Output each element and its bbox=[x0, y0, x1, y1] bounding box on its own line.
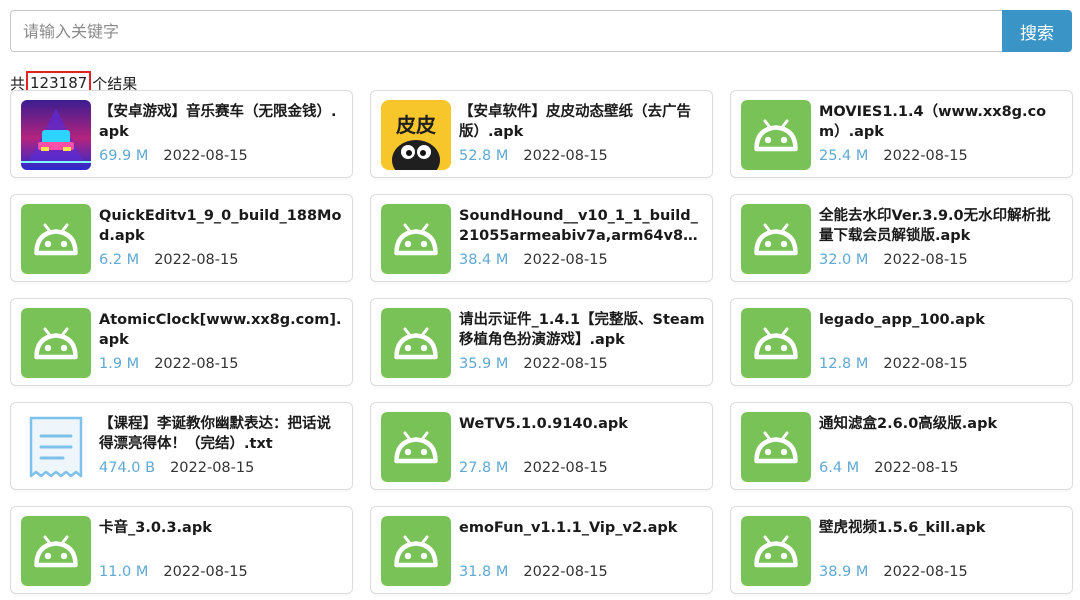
result-size: 69.9 M bbox=[99, 148, 149, 164]
result-meta: 11.0 M 2022-08-15 bbox=[99, 564, 248, 580]
result-size: 27.8 M bbox=[459, 460, 509, 476]
android-icon bbox=[21, 204, 91, 274]
result-size: 6.4 M bbox=[819, 460, 860, 476]
result-card[interactable]: 皮皮 【安卓软件】皮皮动态壁纸（去广告版）.apk 52.8 M 2022-08-15 bbox=[370, 90, 713, 178]
result-card[interactable]: 【安卓游戏】音乐赛车（无限金钱）.apk 69.9 M 2022-08-15 bbox=[10, 90, 353, 178]
result-meta: 6.2 M 2022-08-15 bbox=[99, 252, 238, 268]
result-card[interactable]: 请出示证件_1.4.1【完整版、Steam移植角色扮演游戏】.apk 35.9 M… bbox=[370, 298, 713, 386]
result-meta: 69.9 M 2022-08-15 bbox=[99, 148, 248, 164]
result-size: 12.8 M bbox=[819, 356, 869, 372]
result-date: 2022-08-15 bbox=[154, 252, 239, 268]
result-card[interactable]: QuickEditv1_9_0_build_188Mod.apk 6.2 M 202… bbox=[10, 194, 353, 282]
result-date: 2022-08-15 bbox=[523, 564, 608, 580]
result-size: 31.8 M bbox=[459, 564, 509, 580]
android-icon bbox=[381, 204, 451, 274]
search-input[interactable] bbox=[10, 10, 1002, 52]
android-icon bbox=[741, 516, 811, 586]
result-meta: 12.8 M 2022-08-15 bbox=[819, 356, 968, 372]
svg-text:皮皮: 皮皮 bbox=[396, 113, 436, 137]
result-date: 2022-08-15 bbox=[874, 460, 959, 476]
android-icon bbox=[381, 308, 451, 378]
result-size: 38.9 M bbox=[819, 564, 869, 580]
result-meta: 35.9 M 2022-08-15 bbox=[459, 356, 608, 372]
result-meta: 25.4 M 2022-08-15 bbox=[819, 148, 968, 164]
android-icon bbox=[741, 308, 811, 378]
result-size: 52.8 M bbox=[459, 148, 509, 164]
result-meta: 1.9 M 2022-08-15 bbox=[99, 356, 238, 372]
result-card[interactable]: WeTV5.1.0.9140.apk 27.8 M 2022-08-15 bbox=[370, 402, 713, 490]
result-date: 2022-08-15 bbox=[883, 564, 968, 580]
result-card[interactable]: 卡音_3.0.3.apk 11.0 M 2022-08-15 bbox=[10, 506, 353, 594]
android-icon bbox=[741, 204, 811, 274]
android-icon bbox=[21, 516, 91, 586]
result-title[interactable]: MOVIES1.1.4（www.xx8g.com）.apk bbox=[819, 102, 1065, 142]
result-meta: 38.4 M 2022-08-15 bbox=[459, 252, 608, 268]
search-button[interactable]: 搜索 bbox=[1002, 10, 1072, 52]
result-meta: 31.8 M 2022-08-15 bbox=[459, 564, 608, 580]
pipi-wallpaper-app-icon: 皮皮 bbox=[381, 100, 451, 170]
result-date: 2022-08-15 bbox=[523, 356, 608, 372]
result-title[interactable]: 通知滤盒2.6.0高级版.apk bbox=[819, 414, 1065, 434]
result-date: 2022-08-15 bbox=[163, 564, 248, 580]
result-meta: 32.0 M 2022-08-15 bbox=[819, 252, 968, 268]
result-date: 2022-08-15 bbox=[523, 252, 608, 268]
result-title[interactable]: 壁虎视频1.5.6_kill.apk bbox=[819, 518, 1065, 538]
result-size: 474.0 B bbox=[99, 460, 156, 476]
android-icon bbox=[741, 412, 811, 482]
result-size: 38.4 M bbox=[459, 252, 509, 268]
result-meta: 38.9 M 2022-08-15 bbox=[819, 564, 968, 580]
result-meta: 27.8 M 2022-08-15 bbox=[459, 460, 608, 476]
result-card[interactable]: 通知滤盒2.6.0高级版.apk 6.4 M 2022-08-15 bbox=[730, 402, 1073, 490]
result-title[interactable]: 【课程】李诞教你幽默表达：把话说得漂亮得体！（完结）.txt bbox=[99, 414, 345, 454]
result-card[interactable]: legado_app_100.apk 12.8 M 2022-08-15 bbox=[730, 298, 1073, 386]
result-title[interactable]: 全能去水印Ver.3.9.0无水印解析批量下载会员解锁版.apk bbox=[819, 206, 1065, 246]
result-meta: 6.4 M 2022-08-15 bbox=[819, 460, 958, 476]
result-card[interactable]: SoundHound__v10_1_1_build_21055armeabiv7… bbox=[370, 194, 713, 282]
result-title[interactable]: 卡音_3.0.3.apk bbox=[99, 518, 345, 538]
result-title[interactable]: AtomicClock[www.xx8g.com].apk bbox=[99, 310, 345, 350]
result-size: 11.0 M bbox=[99, 564, 149, 580]
android-icon bbox=[741, 100, 811, 170]
result-meta: 474.0 B 2022-08-15 bbox=[99, 460, 254, 476]
result-date: 2022-08-15 bbox=[163, 148, 248, 164]
text-file-icon bbox=[21, 412, 91, 482]
result-title[interactable]: legado_app_100.apk bbox=[819, 310, 1065, 330]
result-title[interactable]: emoFun_v1.1.1_Vip_v2.apk bbox=[459, 518, 705, 538]
search-bar: 搜索 bbox=[10, 10, 1072, 52]
result-size: 6.2 M bbox=[99, 252, 140, 268]
result-date: 2022-08-15 bbox=[170, 460, 255, 476]
android-icon bbox=[381, 516, 451, 586]
android-icon bbox=[21, 308, 91, 378]
result-date: 2022-08-15 bbox=[523, 148, 608, 164]
result-card[interactable]: 【课程】李诞教你幽默表达：把话说得漂亮得体！（完结）.txt 474.0 B 202… bbox=[10, 402, 353, 490]
result-size: 25.4 M bbox=[819, 148, 869, 164]
result-size: 35.9 M bbox=[459, 356, 509, 372]
result-title[interactable]: 【安卓游戏】音乐赛车（无限金钱）.apk bbox=[99, 102, 345, 142]
result-date: 2022-08-15 bbox=[883, 252, 968, 268]
result-card[interactable]: 壁虎视频1.5.6_kill.apk 38.9 M 2022-08-15 bbox=[730, 506, 1073, 594]
result-card[interactable]: MOVIES1.1.4（www.xx8g.com）.apk 25.4 M 2022-… bbox=[730, 90, 1073, 178]
music-racer-game-icon bbox=[21, 100, 91, 170]
result-title[interactable]: QuickEditv1_9_0_build_188Mod.apk bbox=[99, 206, 345, 246]
android-icon bbox=[381, 412, 451, 482]
result-title[interactable]: 【安卓软件】皮皮动态壁纸（去广告版）.apk bbox=[459, 102, 705, 142]
result-card[interactable]: 全能去水印Ver.3.9.0无水印解析批量下载会员解锁版.apk 32.0 M 20… bbox=[730, 194, 1073, 282]
result-title[interactable]: SoundHound__v10_1_1_build_21055armeabiv7… bbox=[459, 206, 705, 246]
result-title[interactable]: WeTV5.1.0.9140.apk bbox=[459, 414, 705, 434]
result-date: 2022-08-15 bbox=[154, 356, 239, 372]
result-date: 2022-08-15 bbox=[883, 356, 968, 372]
result-card[interactable]: AtomicClock[www.xx8g.com].apk 1.9 M 2022-0… bbox=[10, 298, 353, 386]
result-card[interactable]: emoFun_v1.1.1_Vip_v2.apk 31.8 M 2022-08-15 bbox=[370, 506, 713, 594]
result-date: 2022-08-15 bbox=[883, 148, 968, 164]
result-date: 2022-08-15 bbox=[523, 460, 608, 476]
result-meta: 52.8 M 2022-08-15 bbox=[459, 148, 608, 164]
result-title[interactable]: 请出示证件_1.4.1【完整版、Steam移植角色扮演游戏】.apk bbox=[459, 310, 705, 350]
result-size: 1.9 M bbox=[99, 356, 140, 372]
result-size: 32.0 M bbox=[819, 252, 869, 268]
